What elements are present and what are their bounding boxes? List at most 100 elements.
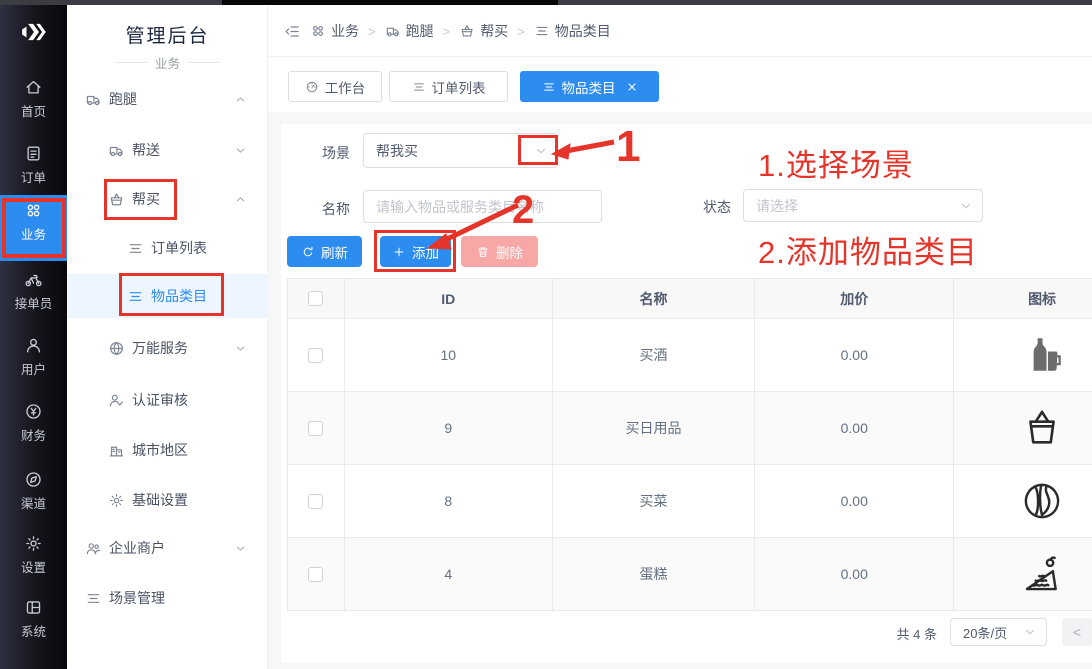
rail-item-orders[interactable]: 订单 (0, 138, 67, 196)
row-checkbox[interactable] (308, 421, 323, 436)
rail-item-settings[interactable]: 设置 (0, 528, 67, 586)
delete-button[interactable]: 删除 (461, 236, 538, 267)
breadcrumb-item-item-categories[interactable]: 物品类目 (534, 21, 611, 41)
sidebar-item-bangmai[interactable]: 帮买 (67, 177, 268, 221)
divider (115, 62, 147, 63)
cell-id: 8 (345, 465, 553, 537)
cell-name: 买菜 (553, 465, 756, 537)
wine-bottles-icon (1021, 334, 1063, 376)
rail-item-home[interactable]: 首页 (0, 72, 67, 130)
rail-item-label: 首页 (21, 101, 46, 120)
row-checkbox[interactable] (308, 494, 323, 509)
coin-icon (24, 402, 43, 421)
scooter-icon (108, 142, 125, 159)
status-select[interactable]: 请选择 (743, 189, 983, 222)
column-header-icon: 图标 (954, 279, 1092, 318)
cabbage-icon (1021, 480, 1063, 522)
cell-id: 10 (345, 319, 553, 391)
select-all-checkbox[interactable] (308, 291, 323, 306)
app-grid-icon (310, 23, 326, 39)
scooter-icon (385, 23, 401, 39)
trash-icon (476, 245, 490, 259)
rail-item-label: 系统 (21, 621, 46, 640)
divider (188, 62, 220, 63)
building-icon (108, 442, 125, 459)
breadcrumb-item-business[interactable]: 业务 (310, 21, 359, 41)
refresh-button[interactable]: 刷新 (287, 236, 362, 267)
rail-item-label: 订单 (21, 167, 46, 186)
scene-select[interactable]: 帮我买 (363, 133, 558, 168)
breadcrumb-separator: > (517, 24, 525, 39)
column-header-name: 名称 (553, 279, 756, 318)
rail-item-business[interactable]: 业务 (0, 195, 67, 253)
rail-item-couriers[interactable]: 接单员 (0, 264, 67, 322)
cell-name: 买日用品 (553, 392, 756, 464)
system-grid-icon (24, 598, 43, 617)
sidebar-item-item-categories[interactable]: 物品类目 (67, 274, 268, 318)
column-header-markup: 加价 (755, 279, 954, 318)
row-checkbox[interactable] (308, 567, 323, 582)
sidebar-item-paotui[interactable]: 跑腿 (67, 77, 268, 121)
basket-icon (459, 23, 475, 39)
rail-item-system[interactable]: 系统 (0, 592, 67, 650)
sidebar-item-certification[interactable]: 认证审核 (67, 378, 268, 422)
cell-markup: 0.00 (755, 392, 954, 464)
bicycle-icon (24, 270, 43, 289)
list-icon (534, 23, 550, 39)
collapse-sidebar-icon[interactable] (284, 23, 301, 40)
app-grid-icon (24, 201, 43, 220)
sidebar-item-enterprise[interactable]: 企业商户 (67, 526, 268, 570)
sidebar-group-label: 业务 (67, 53, 268, 72)
home-icon (24, 78, 43, 97)
globe-icon (108, 340, 125, 357)
breadcrumb-separator: > (368, 24, 376, 39)
list-icon (412, 80, 426, 94)
name-input[interactable] (363, 190, 602, 223)
tab-item-categories[interactable]: 物品类目 (520, 71, 659, 102)
table-row: 10 买酒 0.00 (288, 319, 1092, 392)
rail-item-label: 渠道 (21, 493, 46, 512)
tab-workbench[interactable]: 工作台 (288, 71, 382, 102)
table-header-row: ID 名称 加价 图标 (288, 279, 1092, 319)
cell-name: 买酒 (553, 319, 756, 391)
breadcrumb-item-bangmai[interactable]: 帮买 (459, 21, 508, 41)
table-row: 8 买菜 0.00 (288, 465, 1092, 538)
app-logo-icon (14, 19, 52, 45)
sidebar-item-city-region[interactable]: 城市地区 (67, 428, 268, 472)
pagination-prev-button[interactable]: < (1062, 618, 1092, 646)
plus-icon (392, 245, 406, 259)
gear-icon (24, 534, 43, 553)
sidebar-item-order-list[interactable]: 订单列表 (67, 226, 268, 270)
list-icon (542, 80, 556, 94)
rail-item-users[interactable]: 用户 (0, 330, 67, 388)
rail-item-finance[interactable]: 财务 (0, 396, 67, 454)
sidebar-item-scene-management[interactable]: 场景管理 (67, 576, 268, 620)
page-size-select[interactable]: 20条/页 (950, 618, 1047, 646)
tab-order-list[interactable]: 订单列表 (389, 71, 508, 102)
sidebar-item-universal-service[interactable]: 万能服务 (67, 326, 268, 370)
rail-item-label: 财务 (21, 425, 46, 444)
rail-item-channels[interactable]: 渠道 (0, 464, 67, 522)
add-button[interactable]: 添加 (380, 236, 451, 267)
list-icon (127, 288, 144, 305)
app-title: 管理后台 (67, 21, 268, 48)
breadcrumb-item-paotui[interactable]: 跑腿 (385, 21, 434, 41)
sidebar-item-basic-settings[interactable]: 基础设置 (67, 478, 268, 522)
breadcrumb-separator: > (443, 24, 451, 39)
rail-item-label: 设置 (21, 557, 46, 576)
close-icon[interactable] (626, 81, 638, 93)
status-label: 状态 (703, 197, 731, 217)
cake-slice-icon (1021, 553, 1063, 595)
cell-markup: 0.00 (755, 465, 954, 537)
chevron-down-icon (234, 542, 247, 555)
scene-label: 场景 (322, 143, 350, 163)
cell-markup: 0.00 (755, 319, 954, 391)
sidebar-item-bangsong[interactable]: 帮送 (67, 128, 268, 172)
cell-markup: 0.00 (755, 538, 954, 610)
breadcrumb: 业务 > 跑腿 > 帮买 > 物品类目 (284, 21, 611, 41)
list-icon (85, 590, 102, 607)
document-icon (24, 144, 43, 163)
category-table: ID 名称 加价 图标 10 买酒 0.00 9 买日用品 0.00 8 买菜 … (287, 278, 1092, 611)
basket-icon (108, 191, 125, 208)
row-checkbox[interactable] (308, 348, 323, 363)
